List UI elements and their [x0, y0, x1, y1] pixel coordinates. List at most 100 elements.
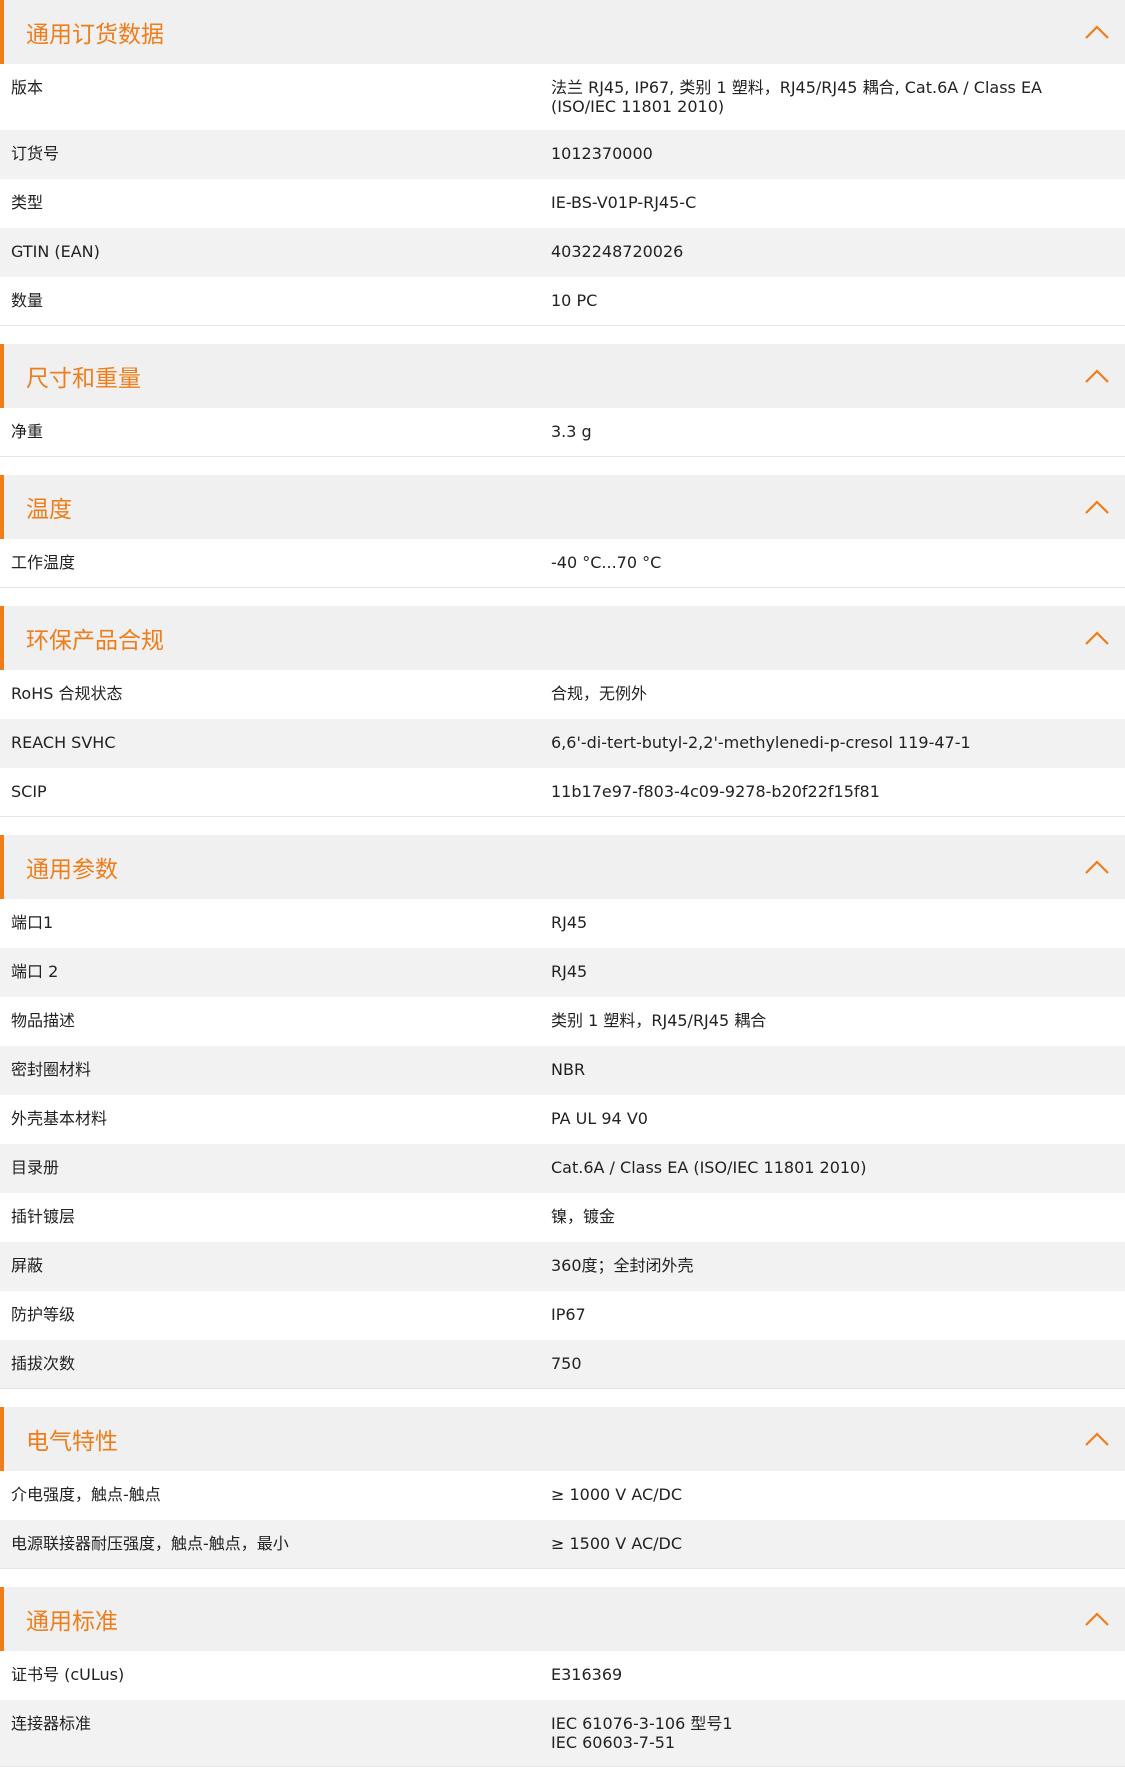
chevron-up-icon[interactable] [1083, 628, 1111, 648]
spec-row: 外壳基本材料 PA UL 94 V0 [0, 1095, 1125, 1144]
section-rows: 工作温度 -40 °C...70 °C [0, 539, 1125, 588]
spec-value: NBR [551, 1060, 586, 1079]
spec-label: SCIP [11, 782, 47, 801]
spec-value: 类别 1 塑料，RJ45/RJ45 耦合 [551, 1011, 767, 1030]
section-title: 环保产品合规 [26, 628, 164, 654]
section-title: 尺寸和重量 [26, 366, 141, 392]
spec-label: 物品描述 [11, 1011, 76, 1030]
spec-value: 3.3 g [551, 422, 592, 441]
spec-label: 插拔次数 [11, 1354, 76, 1373]
spec-row: 端口1 RJ45 [0, 899, 1125, 948]
spec-row: 工作温度 -40 °C...70 °C [0, 539, 1125, 588]
spec-value: 镍，镀金 [551, 1207, 616, 1226]
spec-row: RoHS 合规状态 合规，无例外 [0, 670, 1125, 719]
spec-value: 法兰 RJ45, IP67, 类别 1 塑料，RJ45/RJ45 耦合, Cat… [551, 78, 1043, 116]
chevron-up-icon[interactable] [1083, 857, 1111, 877]
spec-value: 合规，无例外 [551, 684, 648, 703]
spec-value: 1012370000 [551, 144, 653, 163]
spec-row: 证书号 (cULus) E316369 [0, 1651, 1125, 1700]
section-dimensions: 尺寸和重量 净重 3.3 g [0, 344, 1125, 457]
section-title: 温度 [26, 497, 72, 523]
spec-value: PA UL 94 V0 [551, 1109, 648, 1128]
section-header[interactable]: 环保产品合规 [0, 606, 1125, 670]
section-title: 通用标准 [26, 1609, 118, 1635]
section-standards: 通用标准 证书号 (cULus) E316369 连接器标准 IEC 61076… [0, 1587, 1125, 1767]
spec-value: IP67 [551, 1305, 586, 1324]
spec-row: 端口 2 RJ45 [0, 948, 1125, 997]
spec-row: 介电强度，触点-触点 ≥ 1000 V AC/DC [0, 1471, 1125, 1520]
spec-value: ≥ 1000 V AC/DC [551, 1485, 683, 1504]
spec-label: 连接器标准 [11, 1714, 92, 1733]
spec-value: 10 PC [551, 291, 598, 310]
spec-label: 端口1 [11, 913, 54, 932]
section-environment: 环保产品合规 RoHS 合规状态 合规，无例外 REACH SVHC 6,6'-… [0, 606, 1125, 817]
section-ordering: 通用订货数据 版本 法兰 RJ45, IP67, 类别 1 塑料，RJ45/RJ… [0, 0, 1125, 326]
spec-label: 密封圈材料 [11, 1060, 92, 1079]
spec-row: SCIP 11b17e97-f803-4c09-9278-b20f22f15f8… [0, 768, 1125, 817]
section-rows: 证书号 (cULus) E316369 连接器标准 IEC 61076-3-10… [0, 1651, 1125, 1767]
spec-value: RJ45 [551, 962, 588, 981]
spec-label: GTIN (EAN) [11, 242, 100, 261]
spec-value: RJ45 [551, 913, 588, 932]
spec-label: REACH SVHC [11, 733, 116, 752]
spec-row: 物品描述 类别 1 塑料，RJ45/RJ45 耦合 [0, 997, 1125, 1046]
spec-value: Cat.6A / Class EA (ISO/IEC 11801 2010) [551, 1158, 867, 1177]
spec-row: 防护等级 IP67 [0, 1291, 1125, 1340]
spec-value: IEC 61076-3-106 型号1 IEC 60603-7-51 [551, 1714, 733, 1752]
spec-row: 数量 10 PC [0, 277, 1125, 326]
spec-label: 数量 [11, 291, 44, 310]
section-rows: 净重 3.3 g [0, 408, 1125, 457]
spec-row: 屏蔽 360度；全封闭外壳 [0, 1242, 1125, 1291]
section-header[interactable]: 通用订货数据 [0, 0, 1125, 64]
spec-label: RoHS 合规状态 [11, 684, 123, 703]
spec-row: 插针镀层 镍，镀金 [0, 1193, 1125, 1242]
spec-row: 订货号 1012370000 [0, 130, 1125, 179]
spec-value: ≥ 1500 V AC/DC [551, 1534, 683, 1553]
spec-row: 密封圈材料 NBR [0, 1046, 1125, 1095]
spec-label: 外壳基本材料 [11, 1109, 108, 1128]
spec-value: IE-BS-V01P-RJ45-C [551, 193, 697, 212]
spec-value: 750 [551, 1354, 582, 1373]
section-header[interactable]: 尺寸和重量 [0, 344, 1125, 408]
spec-value: -40 °C...70 °C [551, 553, 662, 572]
spec-label: 工作温度 [11, 553, 76, 572]
chevron-up-icon[interactable] [1083, 497, 1111, 517]
section-header[interactable]: 电气特性 [0, 1407, 1125, 1471]
section-rows: RoHS 合规状态 合规，无例外 REACH SVHC 6,6'-di-tert… [0, 670, 1125, 817]
spec-value: E316369 [551, 1665, 623, 1684]
spec-label: 类型 [11, 193, 44, 212]
spec-row: 版本 法兰 RJ45, IP67, 类别 1 塑料，RJ45/RJ45 耦合, … [0, 64, 1125, 130]
spec-sheet: 通用订货数据 版本 法兰 RJ45, IP67, 类别 1 塑料，RJ45/RJ… [0, 0, 1125, 1767]
section-header[interactable]: 通用标准 [0, 1587, 1125, 1651]
chevron-up-icon[interactable] [1083, 22, 1111, 42]
spec-row: 净重 3.3 g [0, 408, 1125, 457]
section-general: 通用参数 端口1 RJ45 端口 2 RJ45 物品描述 类别 1 塑料，RJ4… [0, 835, 1125, 1389]
spec-label: 目录册 [11, 1158, 60, 1177]
spec-label: 版本 [11, 78, 44, 97]
spec-value: 11b17e97-f803-4c09-9278-b20f22f15f81 [551, 782, 880, 801]
spec-row: 目录册 Cat.6A / Class EA (ISO/IEC 11801 201… [0, 1144, 1125, 1193]
spec-row: 插拔次数 750 [0, 1340, 1125, 1389]
section-title: 电气特性 [26, 1429, 118, 1455]
spec-label: 电源联接器耐压强度，触点-触点，最小 [11, 1534, 289, 1553]
spec-label: 插针镀层 [11, 1207, 76, 1226]
spec-value: 6,6'-di-tert-butyl-2,2'-methylenedi-p-cr… [551, 733, 971, 752]
spec-value: 360度；全封闭外壳 [551, 1256, 694, 1275]
section-electrical: 电气特性 介电强度，触点-触点 ≥ 1000 V AC/DC 电源联接器耐压强度… [0, 1407, 1125, 1569]
spec-row: 连接器标准 IEC 61076-3-106 型号1 IEC 60603-7-51 [0, 1700, 1125, 1767]
chevron-up-icon[interactable] [1083, 1429, 1111, 1449]
chevron-up-icon[interactable] [1083, 1609, 1111, 1629]
spec-label: 净重 [11, 422, 44, 441]
spec-label: 屏蔽 [11, 1256, 44, 1275]
spec-row: 电源联接器耐压强度，触点-触点，最小 ≥ 1500 V AC/DC [0, 1520, 1125, 1569]
spec-label: 订货号 [11, 144, 60, 163]
spec-row: 类型 IE-BS-V01P-RJ45-C [0, 179, 1125, 228]
spec-value: 4032248720026 [551, 242, 684, 261]
spec-label: 端口 2 [11, 962, 59, 981]
section-rows: 版本 法兰 RJ45, IP67, 类别 1 塑料，RJ45/RJ45 耦合, … [0, 64, 1125, 326]
section-header[interactable]: 温度 [0, 475, 1125, 539]
spec-label: 介电强度，触点-触点 [11, 1485, 161, 1504]
section-temperature: 温度 工作温度 -40 °C...70 °C [0, 475, 1125, 588]
chevron-up-icon[interactable] [1083, 366, 1111, 386]
section-header[interactable]: 通用参数 [0, 835, 1125, 899]
